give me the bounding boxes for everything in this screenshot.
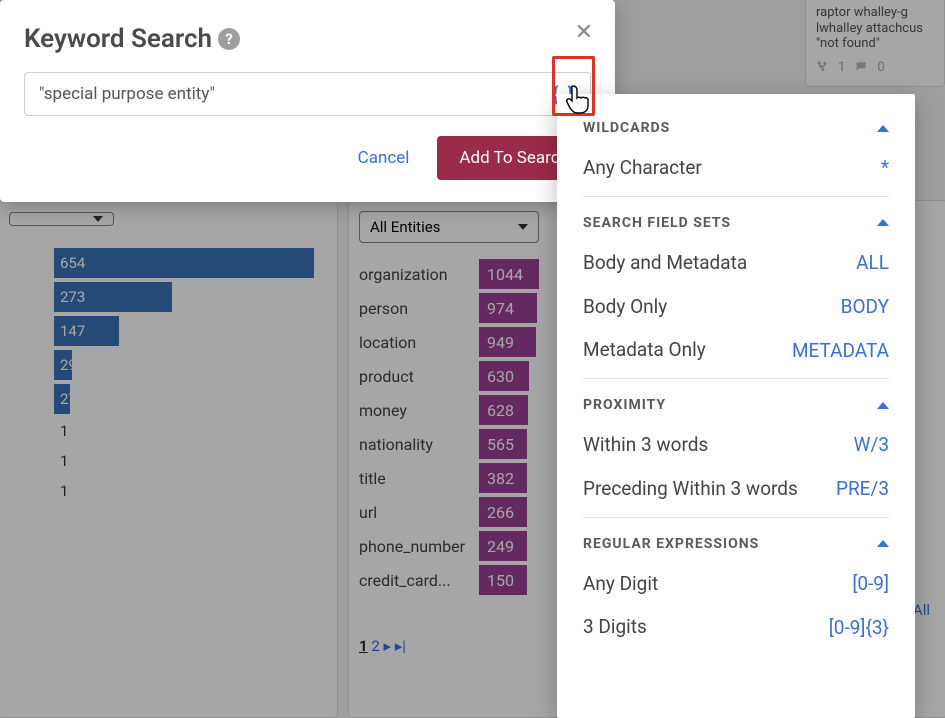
syntax-section-title: REGULAR EXPRESSIONS: [583, 536, 759, 552]
syntax-label: 3 Digits: [583, 615, 817, 639]
syntax-row[interactable]: 3 Digits[0-9]{3}: [583, 605, 889, 649]
syntax-section-header[interactable]: REGULAR EXPRESSIONS: [583, 524, 889, 562]
cancel-button[interactable]: Cancel: [344, 138, 424, 178]
syntax-row[interactable]: Metadata OnlyMETADATA: [583, 328, 889, 372]
syntax-label: Body and Metadata: [583, 251, 844, 275]
syntax-token: PRE/3: [824, 477, 889, 500]
syntax-token: *: [869, 156, 889, 179]
search-input-wrap: { }: [24, 72, 591, 116]
keyword-search-input[interactable]: [39, 84, 542, 104]
syntax-row[interactable]: Any Digit[0-9]: [583, 562, 889, 606]
syntax-row[interactable]: Body and MetadataALL: [583, 241, 889, 285]
modal-title-text: Keyword Search: [24, 24, 212, 54]
syntax-token: W/3: [842, 433, 889, 456]
modal-title: Keyword Search ?: [24, 24, 591, 54]
chevron-up-icon: [877, 219, 889, 226]
syntax-section-title: WILDCARDS: [583, 120, 670, 136]
keyword-search-modal: Keyword Search ? ✕ { } Cancel Add To Sea…: [0, 0, 615, 202]
syntax-label: Body Only: [583, 295, 829, 319]
syntax-label: Any Digit: [583, 572, 840, 596]
syntax-label: Within 3 words: [583, 433, 842, 457]
syntax-row[interactable]: Body OnlyBODY: [583, 285, 889, 329]
syntax-token: BODY: [829, 295, 889, 318]
syntax-row[interactable]: Any Character*: [583, 146, 889, 190]
syntax-token: [0-9]: [840, 572, 889, 595]
syntax-token: ALL: [844, 251, 889, 274]
close-icon[interactable]: ✕: [575, 22, 593, 44]
syntax-section-header[interactable]: SEARCH FIELD SETS: [583, 203, 889, 241]
syntax-section-header[interactable]: WILDCARDS: [583, 108, 889, 146]
syntax-label: Metadata Only: [583, 338, 780, 362]
syntax-label: Preceding Within 3 words: [583, 477, 824, 501]
syntax-token: METADATA: [780, 339, 889, 362]
syntax-row[interactable]: Within 3 wordsW/3: [583, 423, 889, 467]
chevron-up-icon: [877, 125, 889, 132]
syntax-token: [0-9]{3}: [817, 616, 889, 639]
syntax-help-panel: WILDCARDS Any Character* SEARCH FIELD SETS…: [557, 94, 915, 718]
syntax-section-header[interactable]: PROXIMITY: [583, 385, 889, 423]
help-icon[interactable]: ?: [218, 28, 240, 50]
chevron-up-icon: [877, 402, 889, 409]
chevron-up-icon: [877, 540, 889, 547]
syntax-label: Any Character: [583, 156, 869, 180]
syntax-section-title: SEARCH FIELD SETS: [583, 215, 731, 231]
syntax-row[interactable]: Preceding Within 3 wordsPRE/3: [583, 467, 889, 511]
syntax-section-title: PROXIMITY: [583, 397, 666, 413]
